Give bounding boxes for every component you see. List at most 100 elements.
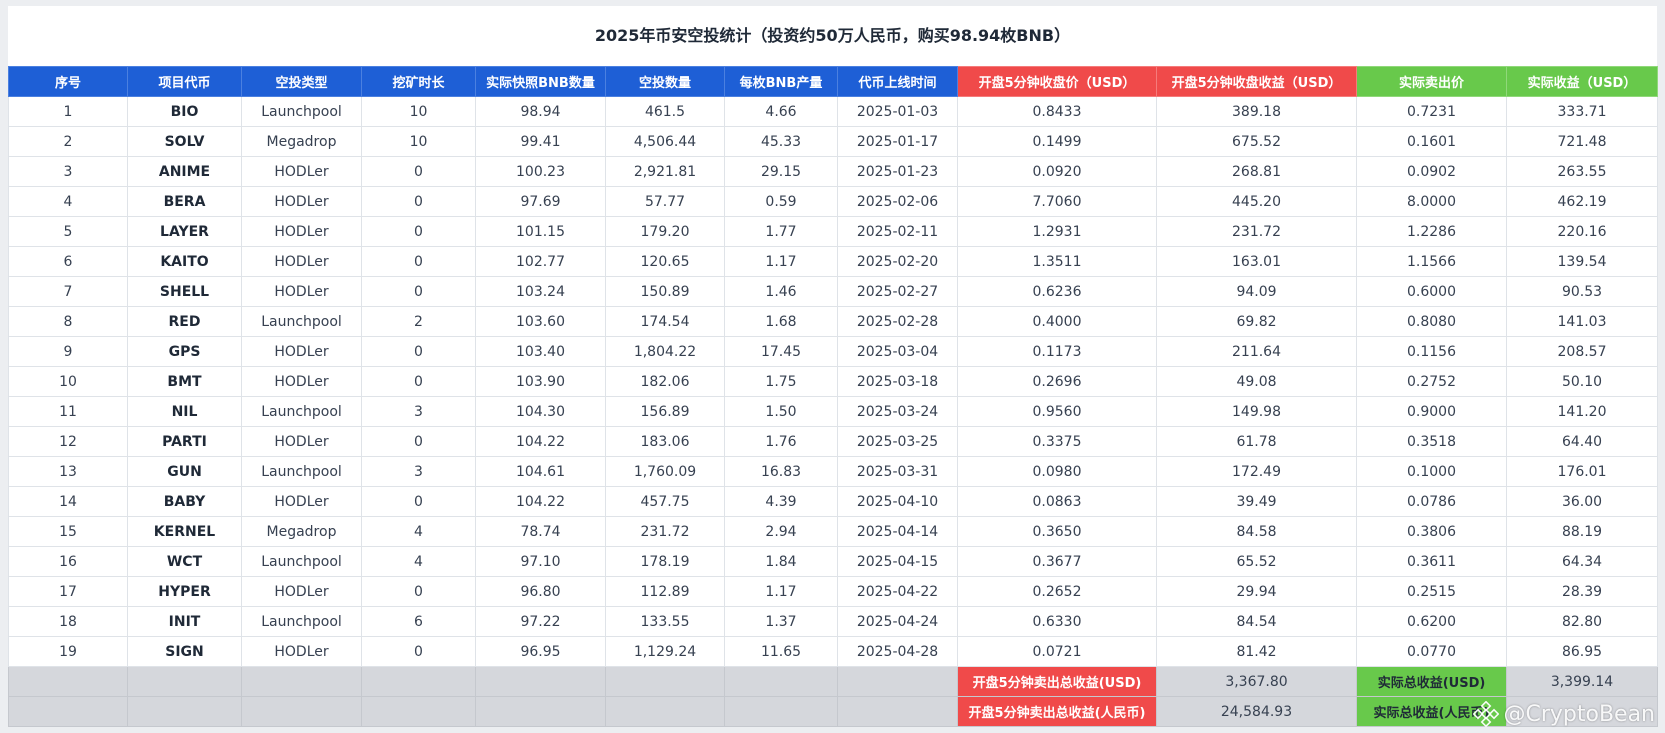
cell-airdrop-type: HODLer [241, 156, 362, 187]
cell-airdrop-type: Launchpool [241, 306, 362, 337]
cell-index: 10 [8, 366, 128, 397]
col-header-token: 项目代币 [127, 66, 242, 97]
total-actual-usd-value: 3,399.14 [1506, 666, 1658, 697]
cell-listing-date: 2025-01-03 [837, 96, 958, 127]
cell-open5-profit: 172.49 [1156, 456, 1357, 487]
cell-yield-per-bnb: 29.15 [724, 156, 838, 187]
empty-cell [724, 666, 838, 697]
cell-airdrop-amount: 461.5 [605, 96, 725, 127]
cell-snapshot-bnb: 100.23 [475, 156, 606, 187]
cell-open5-profit: 69.82 [1156, 306, 1357, 337]
watermark-text: @CryptoBean [1503, 701, 1655, 727]
cell-actual-profit: 86.95 [1506, 636, 1658, 667]
cell-open5-price: 0.1499 [957, 126, 1157, 157]
cell-open5-profit: 84.54 [1156, 606, 1357, 637]
cell-airdrop-type: HODLer [241, 216, 362, 247]
empty-cell [724, 696, 838, 727]
cell-listing-date: 2025-03-04 [837, 336, 958, 367]
cell-actual-profit: 28.39 [1506, 576, 1658, 607]
col-header-actual-profit: 实际收益（USD） [1506, 66, 1658, 97]
cell-airdrop-type: Launchpool [241, 96, 362, 127]
cell-yield-per-bnb: 1.17 [724, 246, 838, 277]
cell-open5-price: 0.2652 [957, 576, 1157, 607]
total-open5-usd-label: 开盘5分钟卖出总收益(USD) [957, 666, 1157, 697]
table-row: 11 NIL Launchpool 3 104.30 156.89 1.50 2025-03-… [8, 396, 1658, 427]
watermark: @CryptoBean [1473, 701, 1655, 727]
airdrop-stats-sheet: 2025年币安空投统计（投资约50万人民币，购买98.94枚BNB） 序号 项目… [8, 6, 1658, 727]
empty-cell [241, 696, 362, 727]
cell-open5-price: 0.9560 [957, 396, 1157, 427]
cell-listing-date: 2025-04-10 [837, 486, 958, 517]
empty-cell [127, 666, 242, 697]
cell-snapshot-bnb: 96.95 [475, 636, 606, 667]
cell-airdrop-type: HODLer [241, 246, 362, 277]
cell-listing-date: 2025-02-06 [837, 186, 958, 217]
cell-actual-profit: 263.55 [1506, 156, 1658, 187]
cell-yield-per-bnb: 11.65 [724, 636, 838, 667]
cell-open5-price: 0.2696 [957, 366, 1157, 397]
cell-token: INIT [127, 606, 242, 637]
cell-airdrop-amount: 57.77 [605, 186, 725, 217]
cell-airdrop-amount: 174.54 [605, 306, 725, 337]
cell-mining-duration: 3 [361, 396, 476, 427]
cell-snapshot-bnb: 104.22 [475, 426, 606, 457]
cell-sell-price: 0.8080 [1356, 306, 1507, 337]
cell-sell-price: 0.7231 [1356, 96, 1507, 127]
cell-index: 2 [8, 126, 128, 157]
table-row: 10 BMT HODLer 0 103.90 182.06 1.75 2025-03-18 0.… [8, 366, 1658, 397]
cell-listing-date: 2025-04-22 [837, 576, 958, 607]
cell-mining-duration: 10 [361, 96, 476, 127]
table-row: 18 INIT Launchpool 6 97.22 133.55 1.37 2025-04-… [8, 606, 1658, 637]
table-row: 9 GPS HODLer 0 103.40 1,804.22 17.45 2025-03-04… [8, 336, 1658, 367]
table-row: 5 LAYER HODLer 0 101.15 179.20 1.77 2025-02-11 1… [8, 216, 1658, 247]
cell-snapshot-bnb: 97.22 [475, 606, 606, 637]
cell-yield-per-bnb: 4.66 [724, 96, 838, 127]
total-open5-usd-value: 3,367.80 [1156, 666, 1357, 697]
total-open5-cny-label: 开盘5分钟卖出总收益(人民币) [957, 696, 1157, 727]
cell-airdrop-type: Launchpool [241, 606, 362, 637]
cell-open5-price: 0.0721 [957, 636, 1157, 667]
cell-open5-profit: 149.98 [1156, 396, 1357, 427]
cell-index: 12 [8, 426, 128, 457]
cell-mining-duration: 0 [361, 156, 476, 187]
cell-actual-profit: 220.16 [1506, 216, 1658, 247]
cell-actual-profit: 141.20 [1506, 396, 1658, 427]
cell-open5-price: 0.0863 [957, 486, 1157, 517]
table-row: 4 BERA HODLer 0 97.69 57.77 0.59 2025-02-06 7.70… [8, 186, 1658, 217]
cell-token: BERA [127, 186, 242, 217]
cell-actual-profit: 333.71 [1506, 96, 1658, 127]
cell-yield-per-bnb: 2.94 [724, 516, 838, 547]
cell-listing-date: 2025-02-20 [837, 246, 958, 277]
table-row: 1 BIO Launchpool 10 98.94 461.5 4.66 2025-01-03… [8, 96, 1658, 127]
cell-airdrop-amount: 156.89 [605, 396, 725, 427]
table-row: 14 BABY HODLer 0 104.22 457.75 4.39 2025-04-10 0… [8, 486, 1658, 517]
cell-open5-price: 0.4000 [957, 306, 1157, 337]
cell-sell-price: 0.0770 [1356, 636, 1507, 667]
cell-token: KAITO [127, 246, 242, 277]
cell-airdrop-amount: 1,804.22 [605, 336, 725, 367]
cell-open5-price: 1.3511 [957, 246, 1157, 277]
cell-airdrop-amount: 178.19 [605, 546, 725, 577]
cell-sell-price: 1.2286 [1356, 216, 1507, 247]
cell-open5-price: 7.7060 [957, 186, 1157, 217]
cell-actual-profit: 88.19 [1506, 516, 1658, 547]
cell-index: 3 [8, 156, 128, 187]
cell-sell-price: 0.1000 [1356, 456, 1507, 487]
cell-airdrop-amount: 4,506.44 [605, 126, 725, 157]
totals-row-usd: 开盘5分钟卖出总收益(USD) 3,367.80 实际总收益(USD) 3,39… [8, 666, 1658, 697]
cell-mining-duration: 0 [361, 636, 476, 667]
cell-mining-duration: 3 [361, 456, 476, 487]
cell-sell-price: 0.3806 [1356, 516, 1507, 547]
table-row: 8 RED Launchpool 2 103.60 174.54 1.68 2025-02-2… [8, 306, 1658, 337]
cell-snapshot-bnb: 104.30 [475, 396, 606, 427]
table-row: 7 SHELL HODLer 0 103.24 150.89 1.46 2025-02-27 0… [8, 276, 1658, 307]
cell-open5-price: 0.0920 [957, 156, 1157, 187]
cell-actual-profit: 82.80 [1506, 606, 1658, 637]
cell-actual-profit: 721.48 [1506, 126, 1658, 157]
cell-airdrop-amount: 2,921.81 [605, 156, 725, 187]
cell-snapshot-bnb: 103.60 [475, 306, 606, 337]
cell-airdrop-type: HODLer [241, 366, 362, 397]
cell-sell-price: 0.6000 [1356, 276, 1507, 307]
cell-mining-duration: 0 [361, 246, 476, 277]
cell-mining-duration: 0 [361, 576, 476, 607]
